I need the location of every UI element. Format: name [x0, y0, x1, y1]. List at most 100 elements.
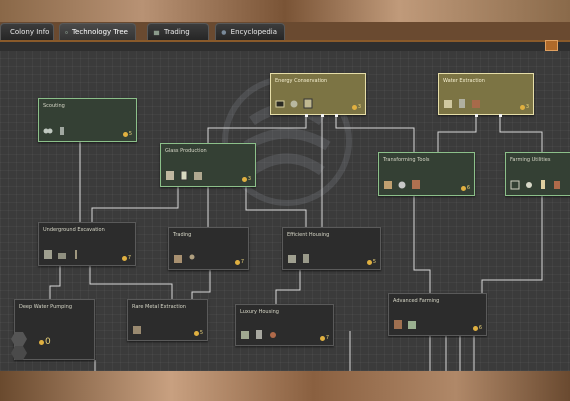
research-point-icon — [241, 176, 247, 182]
crate-icon — [510, 180, 520, 190]
tab-colony-info[interactable]: Colony Info — [0, 23, 54, 40]
ore-icon — [398, 181, 406, 189]
research-point-icon — [234, 259, 240, 265]
habitat-icon — [303, 254, 309, 263]
research-cost: 6 — [460, 185, 470, 191]
link-pin — [475, 114, 478, 117]
tech-node-advanced-farming[interactable]: Advanced Farming 6 — [388, 293, 487, 336]
gear-icon — [290, 100, 298, 108]
link-pin — [499, 114, 502, 117]
cost-value: 6 — [466, 185, 470, 191]
tech-node-water-extraction[interactable]: Water Extraction 3 — [438, 73, 534, 115]
tech-node-efficient-housing[interactable]: Efficient Housing 5 — [282, 227, 381, 270]
tab-label: Colony Info — [10, 28, 50, 36]
tech-node-deep-water-pumping[interactable]: Deep Water Pumping 0 — [11, 299, 95, 360]
tech-node-title: Trading — [173, 232, 192, 238]
cost-value: 3 — [247, 176, 251, 182]
cost-value: 5 — [199, 330, 203, 336]
house-icon — [288, 255, 296, 263]
mine-cart-icon — [58, 253, 66, 259]
tab-label: Trading — [164, 28, 190, 36]
tech-node-title: Rare Metal Extraction — [132, 304, 186, 310]
trading-icon — [153, 30, 160, 35]
tech-node-rare-metal-extraction[interactable]: Rare Metal Extraction 5 — [127, 299, 208, 341]
research-cost: 5 — [193, 330, 203, 336]
cost-value: 6 — [478, 325, 482, 331]
greenhouse-icon — [394, 320, 402, 329]
tech-node-title: Scouting — [43, 103, 65, 109]
tech-node-energy-conservation[interactable]: Energy Conservation 3 — [270, 73, 366, 115]
tech-node-title: Water Extraction — [443, 78, 485, 84]
tab-trading[interactable]: Trading — [147, 23, 209, 40]
research-cost: 6 — [472, 325, 482, 331]
wood-frame-top — [0, 0, 570, 22]
research-point-icon — [121, 255, 127, 261]
link-pin — [321, 114, 324, 117]
cost-value: 7 — [240, 259, 244, 265]
research-point-icon — [319, 335, 325, 341]
crop-icon — [408, 321, 416, 329]
research-point-icon — [366, 259, 372, 265]
scout-icon — [60, 127, 64, 135]
hex-pattern-icon — [11, 332, 27, 360]
decor-icon — [270, 332, 276, 338]
cost-value: 3 — [357, 104, 361, 110]
seed-icon — [526, 182, 532, 188]
tab-encyclopedia[interactable]: Encyclopedia — [215, 23, 285, 40]
tank-icon — [459, 99, 465, 108]
smelter-icon — [133, 326, 141, 334]
tech-node-farming-utilities[interactable]: Farming Utilities — [505, 152, 570, 196]
furnace-icon — [166, 171, 174, 180]
tech-node-title: Underground Excavation — [43, 227, 105, 233]
pickaxe-icon — [75, 250, 77, 259]
close-button[interactable] — [545, 40, 558, 51]
tech-node-underground-excavation[interactable]: Underground Excavation 7 — [38, 222, 136, 266]
research-cost: 5 — [122, 131, 132, 137]
cost-value: 3 — [525, 104, 529, 110]
drill-rig-icon — [44, 250, 52, 259]
tab-bar: Colony Info Technology Tree Trading Ency… — [0, 23, 285, 40]
wood-frame-bottom — [0, 371, 570, 401]
tech-node-luxury-housing[interactable]: Luxury Housing 7 — [235, 304, 334, 346]
panel-icon — [275, 100, 285, 108]
technology-icon — [65, 30, 68, 34]
cost-value: 5 — [128, 131, 132, 137]
encyclopedia-icon — [221, 29, 227, 35]
research-cost: 5 — [366, 259, 376, 265]
tech-node-title: Energy Conservation — [275, 78, 328, 84]
tech-node-scouting[interactable]: Scouting 5 — [38, 98, 137, 142]
tech-node-trading[interactable]: Trading 7 — [168, 227, 249, 270]
tech-node-title: Deep Water Pumping — [19, 304, 73, 310]
research-cost: 3 — [351, 104, 361, 110]
research-cost: 7 — [234, 259, 244, 265]
tab-technology-tree[interactable]: Technology Tree — [59, 23, 136, 40]
research-point-icon — [472, 325, 478, 331]
research-point-icon — [519, 104, 525, 110]
panel-header — [0, 42, 570, 51]
research-point-icon — [122, 131, 128, 137]
tech-node-title: Farming Utilities — [510, 157, 551, 163]
research-cost: 7 — [319, 335, 329, 341]
tech-node-title: Glass Production — [165, 148, 207, 154]
tab-label: Encyclopedia — [230, 28, 277, 36]
tech-node-transforming-tools[interactable]: Transforming Tools 6 — [378, 152, 475, 196]
glass-icon — [180, 170, 188, 181]
research-cost: 3 — [241, 176, 251, 182]
sprinkler-icon — [541, 180, 545, 189]
tech-node-title: Luxury Housing — [240, 309, 279, 315]
tech-node-glass-production[interactable]: Glass Production 3 — [160, 143, 256, 187]
workbench-icon — [384, 181, 392, 189]
research-cost: 7 — [121, 255, 131, 261]
villa-icon — [241, 331, 249, 339]
generator-icon — [303, 98, 313, 109]
research-cost: 3 — [519, 104, 529, 110]
link-pin — [335, 114, 338, 117]
tech-node-title: Transforming Tools — [383, 157, 430, 163]
tab-label: Technology Tree — [71, 28, 128, 36]
trade-post-icon — [174, 255, 182, 263]
tower-icon — [256, 330, 262, 339]
cost-value: 0 — [45, 337, 51, 347]
cost-value: 5 — [372, 259, 376, 265]
research-point-icon — [193, 330, 199, 336]
pump-icon — [444, 100, 452, 108]
